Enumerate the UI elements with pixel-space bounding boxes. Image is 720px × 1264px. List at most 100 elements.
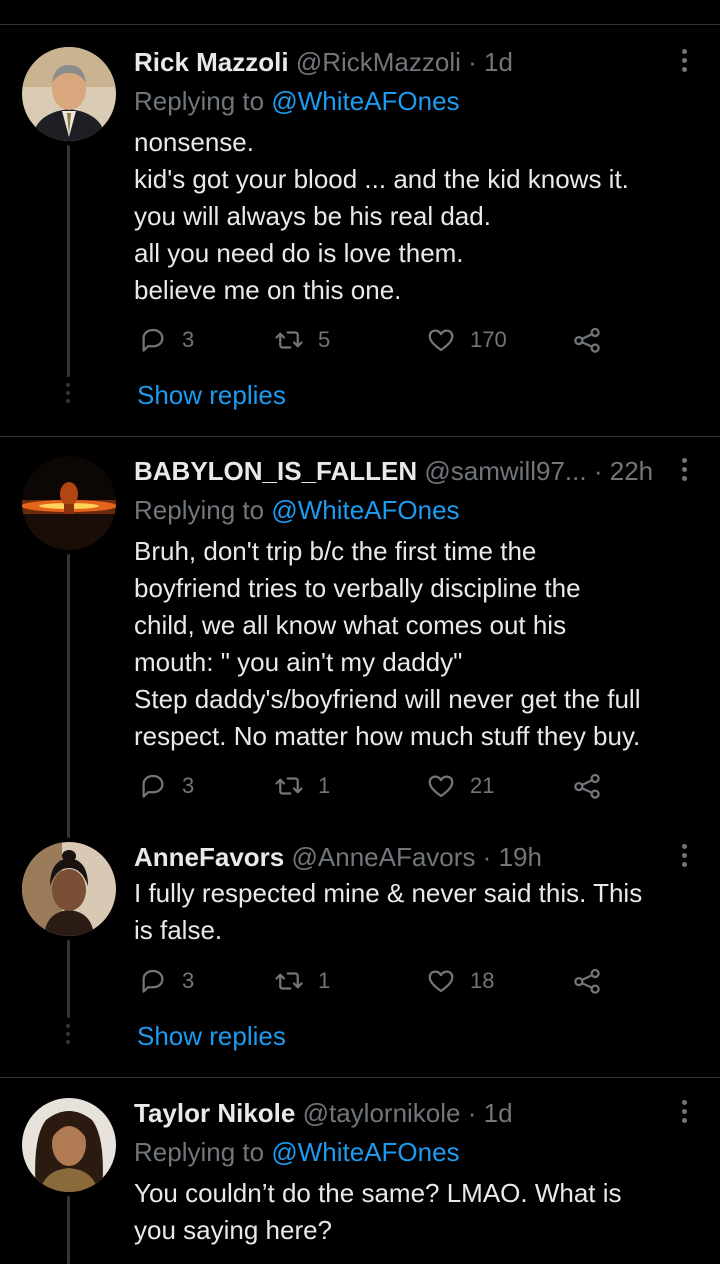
tweet-line: you will always be his real dad. <box>134 201 491 231</box>
replying-to: Replying to @WhiteAFOnes <box>134 1137 460 1167</box>
replying-to-label: Replying to <box>134 495 265 525</box>
tweet-text: I fully respected mine & never said this… <box>134 875 704 949</box>
avatar[interactable] <box>22 456 116 550</box>
like-icon <box>428 329 454 352</box>
tweet-line: child, we all know what comes out his <box>134 610 567 640</box>
reply-count: 3 <box>182 773 195 798</box>
show-replies-link[interactable]: Show replies <box>137 1021 286 1051</box>
more-icon[interactable] <box>680 458 688 485</box>
like-count: 18 <box>470 968 495 993</box>
tweet-line: nonsense. <box>134 127 254 157</box>
replying-to-label: Replying to <box>134 1137 265 1167</box>
reply-button[interactable]: 3 <box>138 766 194 806</box>
more-icon[interactable] <box>680 1100 688 1127</box>
reply-button[interactable]: 3 <box>138 320 194 360</box>
like-button[interactable]: 170 <box>426 320 507 360</box>
thread-line <box>67 145 70 377</box>
tweet-line: you saying here? <box>134 1215 333 1245</box>
retweet-button[interactable]: 1 <box>274 961 330 1001</box>
like-count: 170 <box>470 327 507 352</box>
separator: · <box>593 456 603 486</box>
tweet-line: You couldn’t do the same? LMAO. What is <box>134 1178 622 1208</box>
tweet-text: You couldn’t do the same? LMAO. What is … <box>134 1175 704 1249</box>
user-handle[interactable]: @AnneAFavors <box>292 842 476 872</box>
share-button[interactable] <box>572 766 616 806</box>
tweet-text: Bruh, don't trip b/c the first time the … <box>134 533 704 755</box>
like-button[interactable]: 18 <box>426 961 494 1001</box>
reply-count: 3 <box>182 968 195 993</box>
avatar[interactable] <box>22 842 116 936</box>
reply-count: 3 <box>182 327 195 352</box>
thread-line <box>67 940 70 1018</box>
retweet-button[interactable]: 5 <box>274 320 330 360</box>
like-icon <box>428 970 454 993</box>
thread-line <box>67 554 70 838</box>
share-button[interactable] <box>572 320 616 360</box>
timestamp[interactable]: 22h <box>610 456 653 486</box>
tweet-line: respect. No matter how much stuff they b… <box>134 721 641 751</box>
separator: · <box>468 47 477 77</box>
retweet-count: 5 <box>318 327 331 352</box>
avatar[interactable] <box>22 47 116 141</box>
show-replies-link[interactable]: Show replies <box>137 380 286 410</box>
display-name[interactable]: AnneFavors <box>134 842 284 872</box>
thread-line <box>67 1196 70 1264</box>
retweet-icon <box>275 972 303 990</box>
tweet-line: Bruh, don't trip b/c the first time the <box>134 536 537 566</box>
tweet-header: Taylor Nikole @taylornikole · 1d <box>134 1098 513 1128</box>
replying-to-label: Replying to <box>134 86 265 116</box>
like-count: 21 <box>470 773 495 798</box>
share-button[interactable] <box>572 961 616 1001</box>
display-name[interactable]: Rick Mazzoli <box>134 47 289 77</box>
more-icon[interactable] <box>680 844 688 871</box>
tweet-line: kid's got your blood ... and the kid kno… <box>134 164 629 194</box>
more-icon[interactable] <box>680 49 688 76</box>
tweet-actions: 3 5 170 <box>134 320 634 360</box>
thread-dots <box>65 383 71 407</box>
like-icon <box>428 775 454 798</box>
tweet-line: all you need do is love them. <box>134 238 464 268</box>
tweet-divider <box>0 436 720 437</box>
replying-to-mention[interactable]: @WhiteAFOnes <box>271 495 459 525</box>
reply-icon <box>142 328 164 352</box>
tweet-actions: 3 1 21 <box>134 766 634 806</box>
timestamp[interactable]: 1d <box>484 47 513 77</box>
thread-dots <box>65 1024 71 1048</box>
share-icon <box>574 327 600 353</box>
display-name[interactable]: BABYLON_IS_FALLEN <box>134 456 417 486</box>
top-divider <box>0 24 720 25</box>
tweet-actions: 3 1 18 <box>134 961 634 1001</box>
replying-to-mention[interactable]: @WhiteAFOnes <box>271 1137 459 1167</box>
tweet-line: I fully respected mine & never said this… <box>134 878 643 908</box>
tweet-header: AnneFavors @AnneAFavors · 19h <box>134 842 542 872</box>
share-icon <box>574 773 600 799</box>
replying-to-mention[interactable]: @WhiteAFOnes <box>271 86 459 116</box>
tweet-divider <box>0 1077 720 1078</box>
user-handle[interactable]: @RickMazzoli <box>296 47 461 77</box>
user-handle[interactable]: @taylornikole <box>303 1098 461 1128</box>
replying-to: Replying to @WhiteAFOnes <box>134 495 460 525</box>
retweet-button[interactable]: 1 <box>274 766 330 806</box>
tweet-line: boyfriend tries to verbally discipline t… <box>134 573 581 603</box>
retweet-icon <box>275 777 303 795</box>
retweet-count: 1 <box>318 968 331 993</box>
timestamp[interactable]: 1d <box>484 1098 513 1128</box>
retweet-count: 1 <box>318 773 331 798</box>
tweet-text: nonsense. kid's got your blood ... and t… <box>134 124 704 309</box>
separator: · <box>482 842 492 872</box>
tweet-line: mouth: " you ain't my daddy" <box>134 647 463 677</box>
tweet-line: is false. <box>134 915 223 945</box>
like-button[interactable]: 21 <box>426 766 494 806</box>
share-icon <box>574 968 600 994</box>
tweet-header: BABYLON_IS_FALLEN @samwill97... · 22h <box>134 456 653 486</box>
display-name[interactable]: Taylor Nikole <box>134 1098 295 1128</box>
retweet-icon <box>275 331 303 349</box>
reply-button[interactable]: 3 <box>138 961 194 1001</box>
reply-icon <box>142 969 164 993</box>
user-handle[interactable]: @samwill97... <box>424 456 586 486</box>
tweet-line: believe me on this one. <box>134 275 402 305</box>
tweet-line: Step daddy's/boyfriend will never get th… <box>134 684 641 714</box>
avatar[interactable] <box>22 1098 116 1192</box>
timestamp[interactable]: 19h <box>499 842 542 872</box>
reply-icon <box>142 774 164 798</box>
